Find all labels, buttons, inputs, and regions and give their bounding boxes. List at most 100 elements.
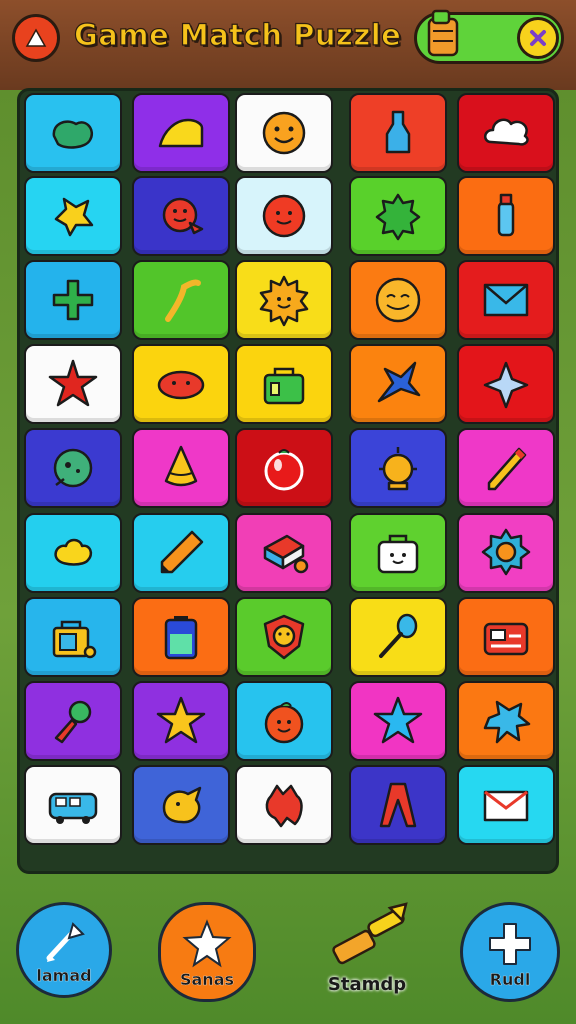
board-tile[interactable] — [349, 93, 447, 173]
board-tile[interactable] — [235, 260, 333, 340]
spoon-icon — [379, 613, 418, 658]
board-tile[interactable] — [457, 344, 555, 424]
blue-star-icon — [377, 361, 421, 403]
tomato-icon — [264, 449, 304, 491]
board-tile[interactable] — [24, 93, 122, 173]
close-button[interactable] — [517, 17, 559, 59]
lock-bag-icon — [52, 620, 97, 659]
green-blob-icon — [52, 120, 93, 149]
yellow-cloud-icon — [54, 538, 93, 566]
tube-icon — [497, 193, 515, 237]
board-tile[interactable] — [24, 681, 122, 761]
wand-button[interactable]: lamad — [16, 902, 112, 998]
board-tile[interactable] — [349, 597, 447, 677]
board-tile[interactable] — [349, 428, 447, 508]
board-tile[interactable] — [235, 681, 333, 761]
envelope-icon — [483, 283, 529, 317]
red-bean-icon — [157, 370, 205, 400]
board-tile[interactable] — [457, 513, 555, 593]
board-tile[interactable] — [24, 176, 122, 256]
board-tile[interactable] — [349, 344, 447, 424]
board-tile[interactable] — [349, 176, 447, 256]
board-tile[interactable] — [235, 513, 333, 593]
battery-icon — [164, 616, 198, 660]
smiley-icon — [262, 111, 306, 155]
power-meter[interactable] — [414, 9, 564, 64]
board-tile[interactable] — [235, 93, 333, 173]
crayon-icon — [160, 530, 204, 574]
board-tile[interactable] — [132, 681, 230, 761]
board-tile[interactable] — [235, 428, 333, 508]
bottle-icon — [385, 110, 411, 154]
flower-gear-icon — [481, 528, 531, 576]
board-tile[interactable] — [457, 597, 555, 677]
plus-star-round[interactable]: Rudl — [460, 902, 560, 1002]
hammer-label: Stamdp — [327, 974, 407, 995]
radio-icon — [483, 622, 529, 656]
battery-cup-icon — [427, 9, 459, 57]
board-tile[interactable] — [457, 260, 555, 340]
board-tile[interactable] — [349, 765, 447, 845]
board-tile[interactable] — [132, 513, 230, 593]
lamp-icon — [379, 447, 417, 491]
star-icon — [182, 919, 232, 968]
board-tile[interactable] — [457, 765, 555, 845]
yellow-cone-icon — [164, 445, 198, 487]
board-tile[interactable] — [235, 765, 333, 845]
board-tile[interactable] — [235, 597, 333, 677]
puzzle-board — [17, 88, 559, 874]
board-tile[interactable] — [457, 681, 555, 761]
board-tile[interactable] — [235, 344, 333, 424]
board-tile[interactable] — [24, 513, 122, 593]
board-tile[interactable] — [24, 344, 122, 424]
board-tile[interactable] — [132, 260, 230, 340]
red-tongs-icon — [379, 782, 417, 828]
board-tile[interactable] — [349, 681, 447, 761]
wand-round[interactable]: lamad — [16, 902, 112, 998]
green-shell-icon — [53, 448, 93, 488]
yellow-wedge-icon — [158, 118, 204, 148]
star-button[interactable]: Sanas — [158, 902, 256, 1002]
gold-star-icon — [156, 696, 206, 744]
board-tile[interactable] — [457, 93, 555, 173]
board-tile[interactable] — [132, 344, 230, 424]
board-tile[interactable] — [349, 513, 447, 593]
board-tile[interactable] — [132, 597, 230, 677]
board-tile[interactable] — [24, 597, 122, 677]
board-tile[interactable] — [457, 428, 555, 508]
header-bar: Game Match Puzzle — [0, 0, 576, 84]
bag-icon — [263, 367, 305, 405]
red-starfish-icon — [48, 359, 98, 407]
board-tile[interactable] — [132, 176, 230, 256]
board-tile[interactable] — [235, 176, 333, 256]
compass-star-icon — [483, 361, 529, 409]
cloud-icon — [484, 118, 529, 146]
branch-icon — [165, 279, 201, 322]
cyan-star-icon — [373, 696, 423, 744]
red-ball-icon — [262, 194, 306, 238]
hammer-icon — [332, 902, 408, 965]
plus-star-icon — [489, 923, 531, 965]
pencil-cone-icon — [487, 447, 527, 491]
dragon-icon — [162, 786, 202, 824]
suitcase-icon — [377, 534, 419, 574]
board-tile[interactable] — [457, 176, 555, 256]
orange-fruit-icon — [264, 702, 304, 744]
cake-icon — [263, 534, 309, 574]
board-tile[interactable] — [24, 765, 122, 845]
board-tile[interactable] — [132, 428, 230, 508]
sun-face-icon — [259, 275, 309, 327]
hammer-button[interactable] — [330, 902, 414, 972]
plus-star-button[interactable]: Rudl — [460, 902, 560, 1002]
board-tile[interactable] — [132, 765, 230, 845]
bus-icon — [48, 792, 98, 824]
green-cross-icon — [52, 279, 94, 321]
board-tile[interactable] — [24, 260, 122, 340]
red-monster-icon — [265, 784, 303, 828]
board-tile[interactable] — [132, 93, 230, 173]
star-round[interactable]: Sanas — [158, 902, 256, 1002]
star-label: Sanas — [179, 970, 235, 989]
board-tile[interactable] — [24, 428, 122, 508]
board-tile[interactable] — [349, 260, 447, 340]
play-button[interactable] — [12, 14, 60, 62]
